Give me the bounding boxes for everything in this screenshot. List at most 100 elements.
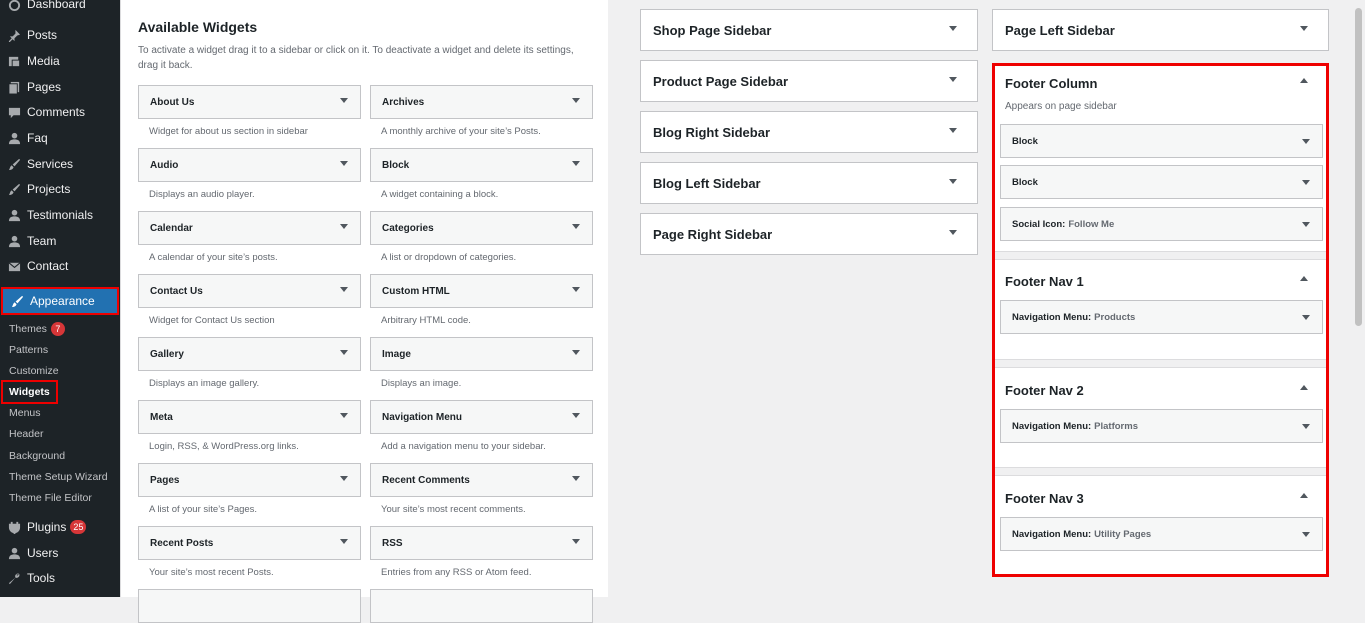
menu-pages[interactable]: Pages <box>0 74 120 100</box>
menu-appearance[interactable]: Appearance <box>1 287 119 315</box>
widget-calendar[interactable]: Calendar <box>138 211 361 245</box>
chevron-down-icon <box>340 539 348 544</box>
footer-nav-1-title[interactable]: Footer Nav 1 <box>1005 274 1084 289</box>
footer-column-description: Appears on page sidebar <box>1005 101 1117 112</box>
submenu-customize[interactable]: Customize <box>9 362 59 380</box>
sidebar-page-right[interactable]: Page Right Sidebar <box>640 213 978 255</box>
menu-posts[interactable]: Posts <box>0 22 120 48</box>
widget-audio[interactable]: Audio <box>138 148 361 182</box>
widget-description: Arbitrary HTML code. <box>381 315 471 326</box>
widget-description: A list of your site’s Pages. <box>149 504 258 515</box>
menu-tools[interactable]: Tools <box>0 565 120 591</box>
menu-dashboard[interactable]: Dashboard <box>0 0 120 17</box>
chevron-down-icon <box>1302 424 1310 429</box>
widget-description: Displays an image gallery. <box>149 378 260 389</box>
menu-media[interactable]: Media <box>0 48 120 74</box>
chevron-up-icon[interactable] <box>1300 385 1308 390</box>
widget-navigation-menu[interactable]: Navigation Menu <box>370 400 593 434</box>
submenu-theme-file-editor[interactable]: Theme File Editor <box>9 489 92 507</box>
footer-nav-2-title[interactable]: Footer Nav 2 <box>1005 383 1084 398</box>
footer-nav-3-title[interactable]: Footer Nav 3 <box>1005 491 1084 506</box>
chevron-down-icon <box>572 161 580 166</box>
chevron-down-icon <box>1302 139 1310 144</box>
submenu-theme-setup-wizard[interactable]: Theme Setup Wizard <box>9 468 108 486</box>
widget-categories[interactable]: Categories <box>370 211 593 245</box>
footer-column-widget-social-icon[interactable]: Social Icon: Follow Me <box>1000 207 1323 241</box>
menu-services[interactable]: Services <box>0 151 120 177</box>
footer-nav-1-widget[interactable]: Navigation Menu: Products <box>1000 300 1323 334</box>
sidebar-page-left[interactable]: Page Left Sidebar <box>992 9 1329 51</box>
brush-icon <box>7 157 21 171</box>
themes-update-badge: 7 <box>50 322 65 336</box>
widgets-main: Available Widgets To activate a widget d… <box>120 0 1352 623</box>
menu-faq[interactable]: Faq <box>0 125 120 151</box>
chevron-down-icon <box>1302 315 1310 320</box>
widget-rss[interactable]: RSS <box>370 526 593 560</box>
widget-description: Entries from any RSS or Atom feed. <box>381 567 532 578</box>
widget-description: Login, RSS, & WordPress.org links. <box>149 441 299 452</box>
sidebar-shop-page[interactable]: Shop Page Sidebar <box>640 9 978 51</box>
chevron-down-icon <box>340 98 348 103</box>
widget-recent-comments[interactable]: Recent Comments <box>370 463 593 497</box>
plugin-icon <box>7 520 21 534</box>
chevron-down-icon <box>949 179 957 184</box>
available-widgets-panel: Available Widgets To activate a widget d… <box>120 0 608 623</box>
pages-icon <box>7 80 21 94</box>
menu-projects[interactable]: Projects <box>0 176 120 202</box>
available-widgets-description: To activate a widget drag it to a sideba… <box>138 45 574 71</box>
menu-team[interactable]: Team <box>0 228 120 254</box>
widget-partial[interactable] <box>370 589 593 623</box>
widget-recent-posts[interactable]: Recent Posts <box>138 526 361 560</box>
submenu-background[interactable]: Background <box>9 447 65 465</box>
submenu-widgets[interactable]: Widgets <box>1 380 58 404</box>
widget-pages[interactable]: Pages <box>138 463 361 497</box>
widget-image[interactable]: Image <box>370 337 593 371</box>
comment-icon <box>7 105 21 119</box>
chevron-up-icon[interactable] <box>1300 276 1308 281</box>
widget-description: Widget for about us section in sidebar <box>149 126 308 137</box>
pin-icon <box>7 28 21 42</box>
widget-archives[interactable]: Archives <box>370 85 593 119</box>
user-icon <box>7 131 21 145</box>
menu-contact[interactable]: Contact <box>0 253 120 279</box>
sidebar-product-page[interactable]: Product Page Sidebar <box>640 60 978 102</box>
footer-sidebars-highlight: Footer Column Appears on page sidebar Bl… <box>992 63 1329 577</box>
widget-contact-us[interactable]: Contact Us <box>138 274 361 308</box>
footer-column-title[interactable]: Footer Column <box>1005 76 1097 91</box>
submenu-patterns[interactable]: Patterns <box>9 341 48 359</box>
widget-about-us[interactable]: About Us <box>138 85 361 119</box>
sidebar-blog-left[interactable]: Blog Left Sidebar <box>640 162 978 204</box>
chevron-down-icon <box>1302 180 1310 185</box>
widget-description: Displays an image. <box>381 378 462 389</box>
chevron-down-icon <box>572 476 580 481</box>
chevron-up-icon[interactable] <box>1300 493 1308 498</box>
widget-description: A list or dropdown of categories. <box>381 252 517 263</box>
menu-plugins[interactable]: Plugins 25 <box>0 514 120 540</box>
footer-nav-2-widget[interactable]: Navigation Menu: Platforms <box>1000 409 1323 443</box>
menu-users[interactable]: Users <box>0 540 120 566</box>
wrench-icon <box>7 571 21 585</box>
footer-column-widget-block[interactable]: Block <box>1000 124 1323 158</box>
widget-gallery[interactable]: Gallery <box>138 337 361 371</box>
page-scrollbar[interactable] <box>1352 0 1365 597</box>
menu-testimonials[interactable]: Testimonials <box>0 202 120 228</box>
menu-comments[interactable]: Comments <box>0 99 120 125</box>
sidebar-blog-right[interactable]: Blog Right Sidebar <box>640 111 978 153</box>
widget-custom-html[interactable]: Custom HTML <box>370 274 593 308</box>
chevron-down-icon <box>340 224 348 229</box>
chevron-down-icon <box>572 98 580 103</box>
submenu-menus[interactable]: Menus <box>9 404 41 422</box>
widget-partial[interactable] <box>138 589 361 623</box>
chevron-down-icon <box>340 161 348 166</box>
footer-nav-3-widget[interactable]: Navigation Menu: Utility Pages <box>1000 517 1323 551</box>
footer-column-widget-block[interactable]: Block <box>1000 165 1323 199</box>
submenu-themes[interactable]: Themes 7 <box>9 320 65 338</box>
scrollbar-thumb[interactable] <box>1355 8 1362 326</box>
user-icon <box>7 546 21 560</box>
chevron-down-icon <box>572 413 580 418</box>
submenu-header[interactable]: Header <box>9 425 43 443</box>
widget-block[interactable]: Block <box>370 148 593 182</box>
brush-icon <box>7 182 21 196</box>
chevron-up-icon[interactable] <box>1300 78 1308 83</box>
widget-meta[interactable]: Meta <box>138 400 361 434</box>
